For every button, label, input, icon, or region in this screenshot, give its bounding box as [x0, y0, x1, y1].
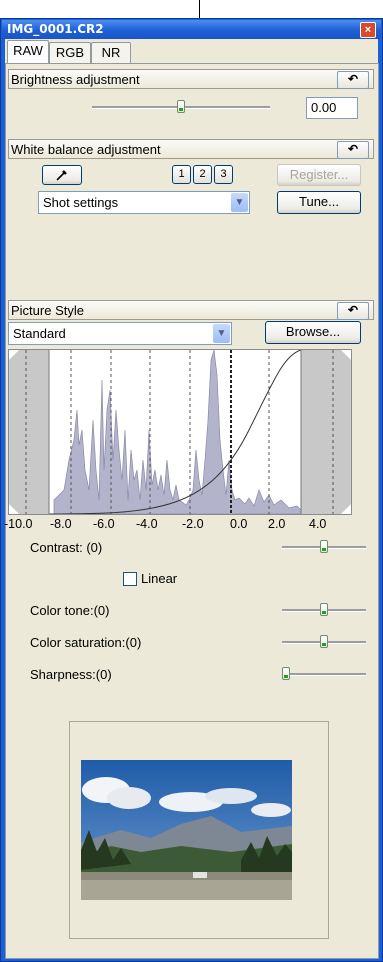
raw-tab-panel: Brightness adjustment ↶ 0.00 White balan… — [4, 63, 379, 959]
picture-style-value: Standard — [13, 326, 66, 341]
white-balance-value: Shot settings — [43, 195, 119, 210]
brightness-header: Brightness adjustment ↶ — [8, 69, 374, 89]
wb-preset-1-button[interactable]: 1 — [172, 165, 191, 184]
preview-frame — [69, 721, 329, 939]
highlight-clip-zone — [301, 350, 351, 514]
scale-label: 2.0 — [268, 517, 286, 531]
brightness-reset-button[interactable]: ↶ — [337, 71, 369, 89]
color-saturation-slider[interactable] — [282, 635, 366, 649]
color-saturation-label: Color saturation:(0) — [30, 635, 142, 650]
tab-raw[interactable]: RAW — [7, 40, 49, 64]
undo-arrow-icon: ↶ — [347, 303, 359, 317]
chevron-down-icon[interactable]: ▼ — [213, 324, 230, 343]
scale-label: -2.0 — [182, 517, 204, 531]
linear-label: Linear — [141, 571, 178, 586]
click-white-balance-button[interactable] — [42, 165, 82, 185]
close-button[interactable]: × — [360, 22, 376, 38]
picture-style-title: Picture Style — [11, 303, 84, 318]
histogram-area — [53, 349, 302, 515]
tab-nr[interactable]: NR — [91, 42, 131, 63]
white-balance-title: White balance adjustment — [11, 142, 161, 157]
slider-thumb[interactable] — [320, 540, 328, 553]
scale-label: -8.0 — [50, 517, 72, 531]
color-tone-label: Color tone:(0) — [30, 603, 110, 618]
tune-button[interactable]: Tune... — [277, 191, 361, 214]
color-tone-slider[interactable] — [282, 603, 366, 617]
slider-thumb[interactable] — [177, 100, 185, 113]
slider-track — [282, 673, 366, 676]
sharpness-slider[interactable] — [282, 667, 366, 681]
window-frame: IMG_0001.CR2 × RAW RGB NR Brightness adj… — [0, 18, 383, 962]
chevron-down-icon[interactable]: ▼ — [231, 193, 248, 212]
eyedropper-icon — [56, 170, 67, 181]
slider-thumb[interactable] — [320, 635, 328, 648]
contrast-label: Contrast: (0) — [30, 540, 103, 555]
browse-button[interactable]: Browse... — [265, 321, 361, 344]
white-balance-select[interactable]: Shot settings ▼ — [38, 191, 250, 214]
register-button[interactable]: Register... — [277, 164, 361, 186]
raw-adjust-window: IMG_0001.CR2 × RAW RGB NR Brightness adj… — [0, 0, 383, 962]
scale-label: 0.0 — [230, 517, 248, 531]
undo-arrow-icon: ↶ — [347, 72, 359, 86]
tone-curve-histogram[interactable] — [8, 349, 352, 515]
undo-arrow-icon: ↶ — [347, 142, 359, 156]
wb-preset-3-button[interactable]: 3 — [214, 165, 233, 184]
white-balance-reset-button[interactable]: ↶ — [337, 141, 369, 159]
scale-label: 4.0 — [309, 517, 327, 531]
window-client-area: RAW RGB NR Brightness adjustment ↶ 0.00 … — [4, 39, 379, 959]
scale-label: -4.0 — [136, 517, 158, 531]
brightness-value-input[interactable]: 0.00 — [306, 97, 358, 119]
picture-style-header: Picture Style ↶ — [8, 300, 374, 320]
histogram-scale: -10.0 -8.0 -6.0 -4.0 -2.0 0.0 2.0 4.0 — [4, 517, 376, 533]
contrast-slider[interactable] — [282, 540, 366, 554]
picture-style-select[interactable]: Standard ▼ — [8, 322, 232, 345]
brightness-title: Brightness adjustment — [11, 72, 140, 87]
preview-thumbnail[interactable] — [81, 760, 292, 900]
callout-line — [199, 0, 200, 18]
white-balance-header: White balance adjustment ↶ — [8, 139, 374, 159]
scale-label: -10.0 — [4, 517, 33, 531]
picture-style-reset-button[interactable]: ↶ — [337, 302, 369, 320]
brightness-slider[interactable] — [92, 100, 270, 114]
slider-thumb[interactable] — [282, 667, 290, 680]
sharpness-label: Sharpness:(0) — [30, 667, 112, 682]
slider-thumb[interactable] — [320, 603, 328, 616]
linear-checkbox[interactable] — [123, 572, 137, 586]
title-bar[interactable]: IMG_0001.CR2 × — [2, 20, 381, 39]
shadow-clip-zone — [9, 350, 49, 514]
wb-preset-2-button[interactable]: 2 — [193, 165, 212, 184]
window-title: IMG_0001.CR2 — [7, 22, 104, 36]
scale-label: -6.0 — [93, 517, 115, 531]
histogram-graph — [9, 349, 351, 515]
wb-preset-group: 1 2 3 — [172, 165, 252, 184]
tab-rgb[interactable]: RGB — [49, 42, 91, 63]
